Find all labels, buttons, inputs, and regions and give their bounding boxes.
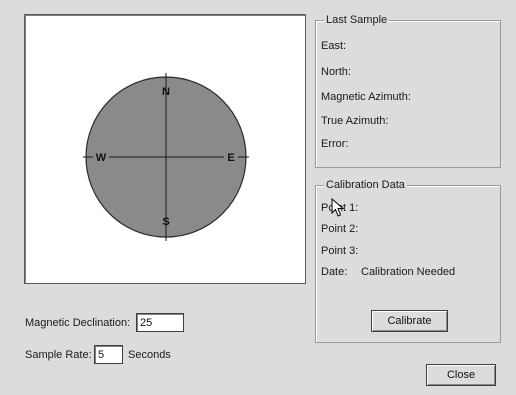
mouse-pointer-icon <box>331 198 345 217</box>
sample-rate-unit: Seconds <box>128 349 171 361</box>
compass-north-label: N <box>162 86 170 98</box>
calibration-date-value: Calibration Needed <box>361 266 456 278</box>
compass-display: N S W E <box>24 14 306 284</box>
compass-graphic: N S W E <box>83 73 249 241</box>
date-label: Date: <box>321 266 348 278</box>
point-2-label: Point 2: <box>321 223 359 235</box>
compass-south-label: S <box>162 216 169 228</box>
calibration-data-title: Calibration Data <box>324 178 407 192</box>
compass-east-label: E <box>227 152 234 164</box>
magnetic-declination-label: Magnetic Declination: <box>25 317 131 329</box>
true-azimuth-label: True Azimuth: <box>321 115 389 127</box>
error-label: Error: <box>321 138 349 150</box>
magnetic-azimuth-label: Magnetic Azimuth: <box>321 91 411 103</box>
point-3-label: Point 3: <box>321 245 359 257</box>
magnetic-declination-input[interactable] <box>136 313 184 332</box>
close-button[interactable]: Close <box>426 364 496 386</box>
compass-west-label: W <box>96 152 107 164</box>
sample-rate-input[interactable] <box>94 345 123 364</box>
north-label: North: <box>321 66 351 78</box>
last-sample-title: Last Sample <box>324 13 390 27</box>
east-label: East: <box>321 40 347 52</box>
sample-rate-label: Sample Rate: <box>25 349 92 361</box>
calibrate-button[interactable]: Calibrate <box>371 310 448 332</box>
